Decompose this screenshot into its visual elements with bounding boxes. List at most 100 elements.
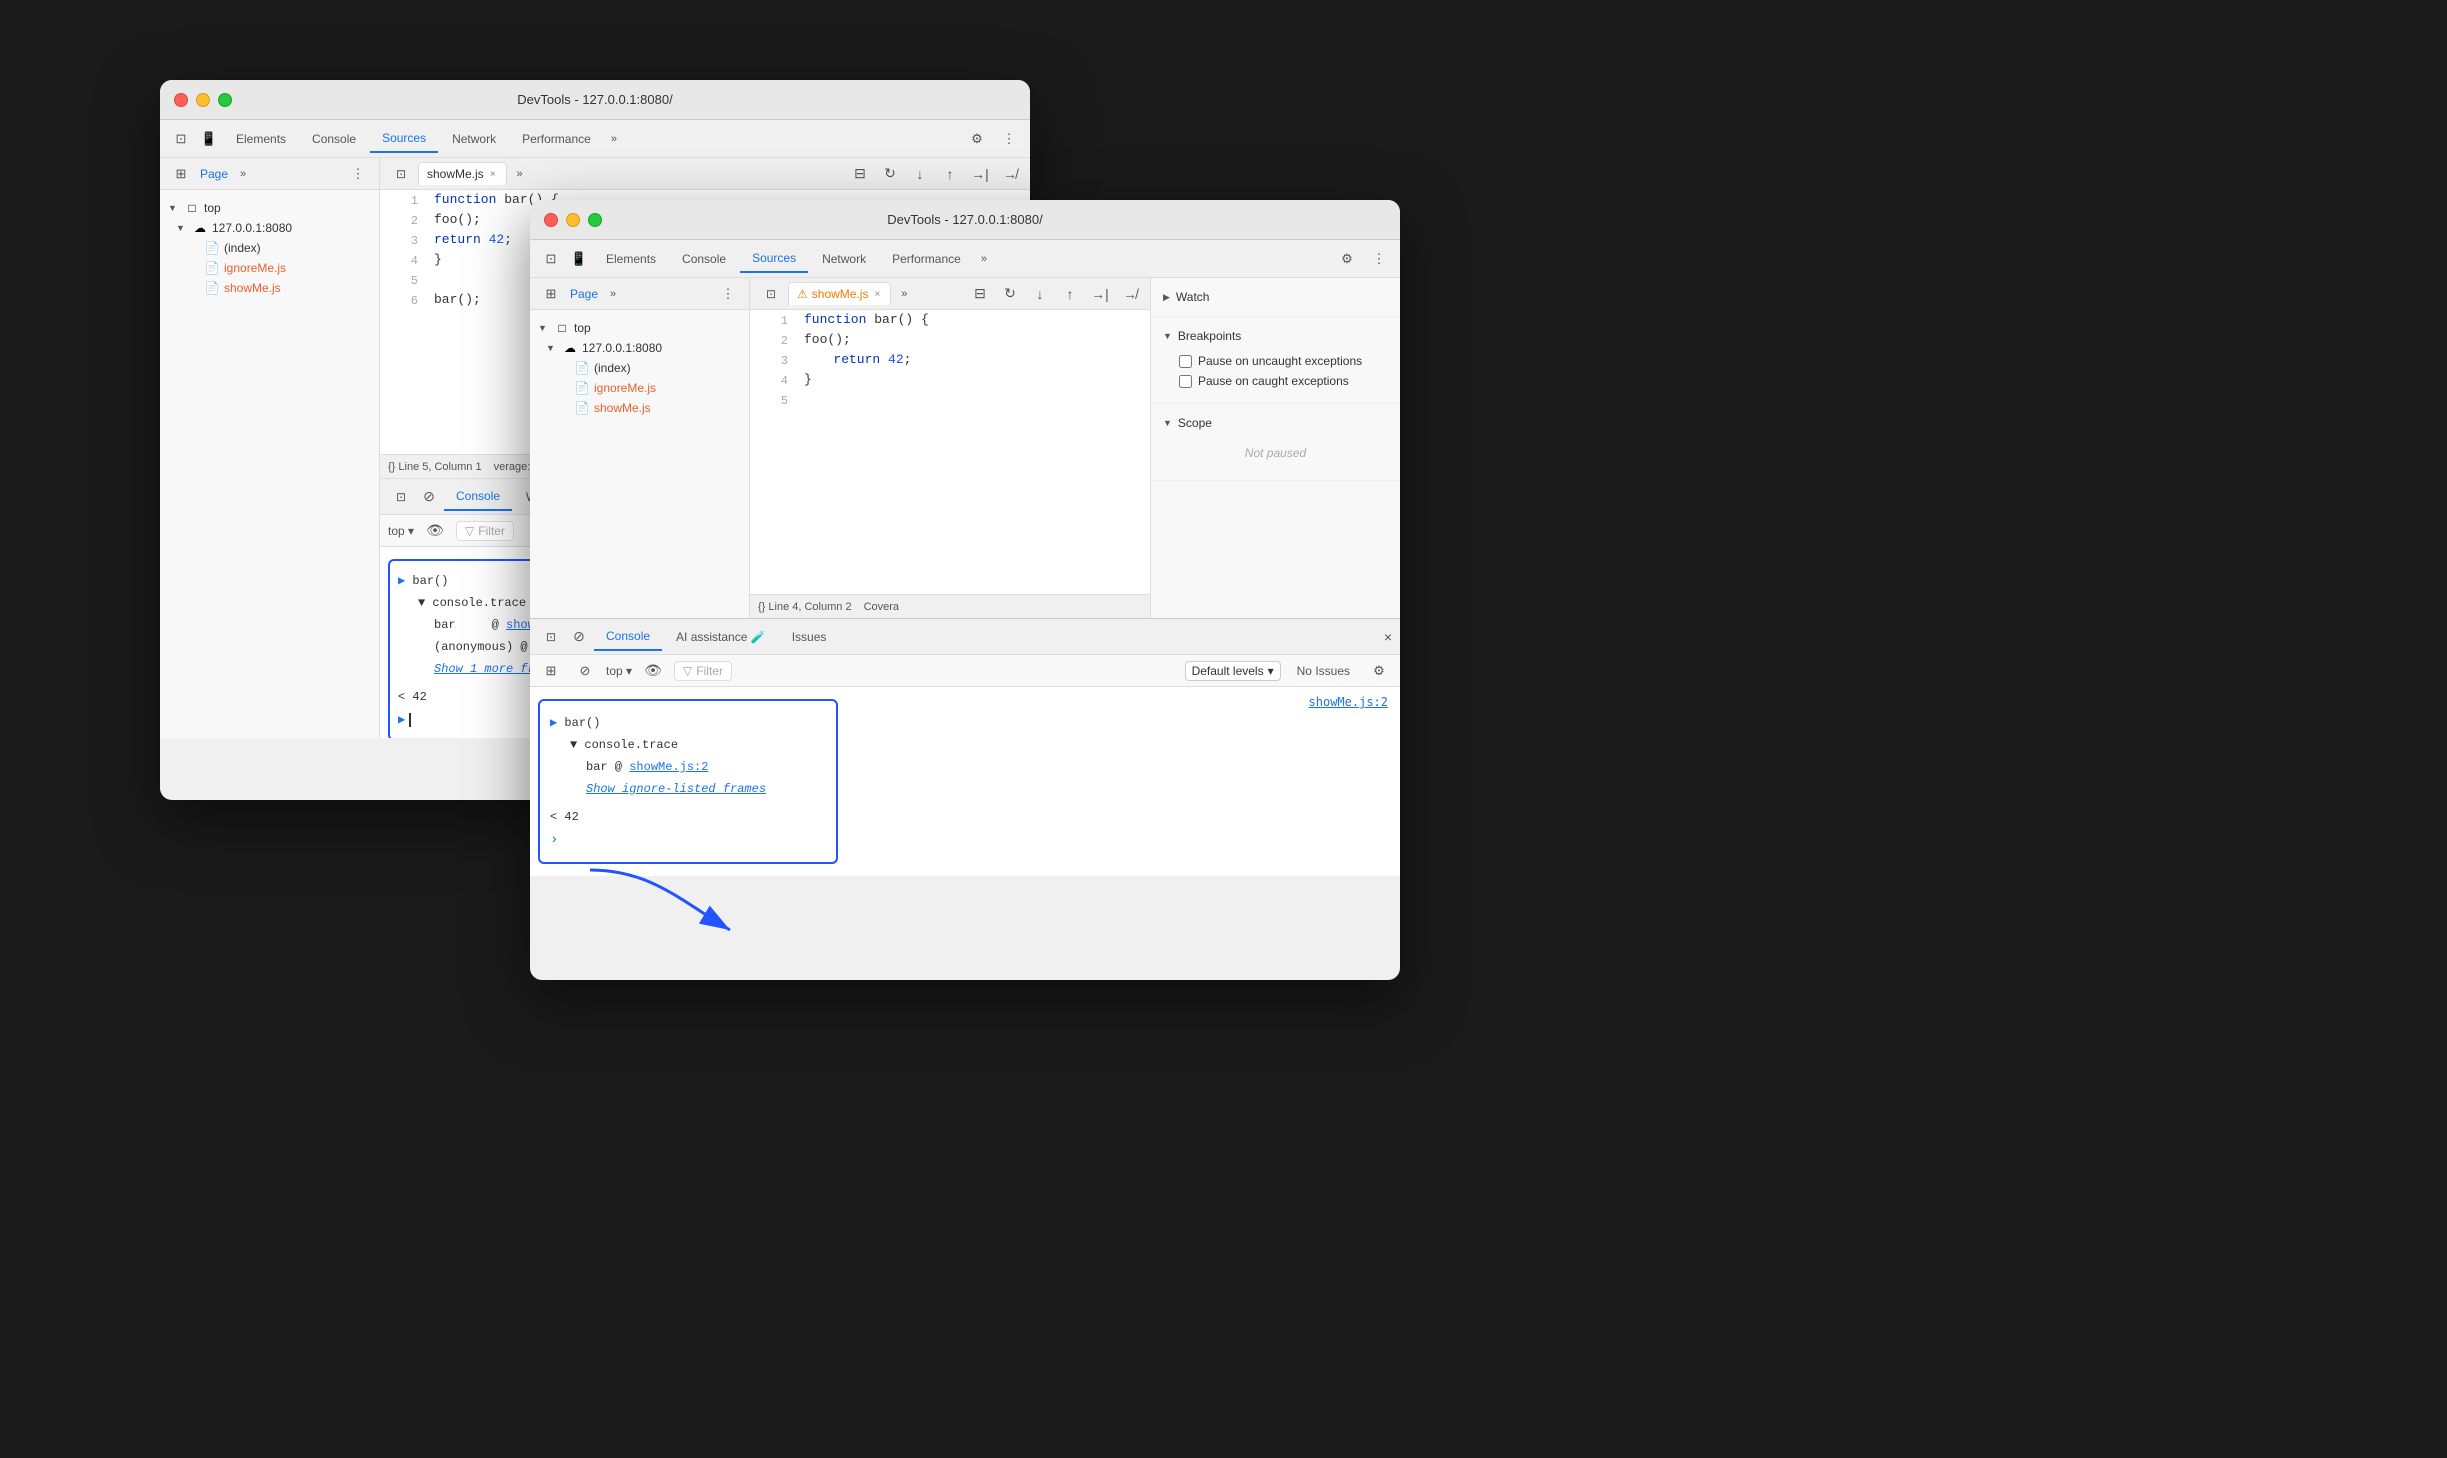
elements-panel-icon-back[interactable]: ⊡ — [168, 126, 194, 152]
more-options-icon-back[interactable]: ⋮ — [996, 126, 1022, 152]
watch-label: Watch — [1176, 290, 1210, 304]
sidebar-dots-back[interactable]: ⋮ — [345, 161, 371, 187]
debug-step-over-back[interactable]: ↻ — [878, 162, 902, 186]
toggle-sidebar-code-back[interactable]: ⊡ — [388, 161, 414, 187]
close-button-back[interactable] — [174, 93, 188, 107]
debug-step-front[interactable]: →| — [1088, 282, 1112, 306]
minimize-button-back[interactable] — [196, 93, 210, 107]
tree-item-server-front[interactable]: 127.0.0.1:8080 — [530, 338, 749, 358]
console-trace-header-front: ▼ console.trace — [550, 734, 826, 756]
more-tabs-front[interactable]: » — [975, 249, 993, 269]
default-levels-btn-front[interactable]: Default levels ▾ — [1185, 661, 1281, 681]
console-sidebar-toggle-front[interactable]: ⊡ — [538, 624, 564, 650]
close-button-front[interactable] — [544, 213, 558, 227]
tree-item-top-front[interactable]: □ top — [530, 318, 749, 338]
show-ignore-link-front[interactable]: Show ignore-listed frames — [586, 782, 766, 796]
debug-pause-front[interactable]: ⊟ — [968, 282, 992, 306]
console-clear-back[interactable]: ⊘ — [416, 484, 442, 510]
elements-panel-icon-front[interactable]: ⊡ — [538, 246, 564, 272]
tree-item-showme-back[interactable]: 📄 showMe.js — [160, 278, 379, 298]
tab-console-back[interactable]: Console — [300, 126, 368, 152]
context-selector-front[interactable]: top ▾ — [606, 664, 632, 678]
sidebar-toggle-front[interactable]: ⊞ — [538, 281, 564, 307]
debug-step-over-front[interactable]: ↻ — [998, 282, 1022, 306]
line-num-4-back: 4 — [388, 250, 418, 270]
device-toolbar-icon-front[interactable]: 📱 — [566, 246, 592, 272]
eye-icon-back[interactable]: 👁 — [422, 518, 448, 544]
tree-item-index-back[interactable]: 📄 (index) — [160, 238, 379, 258]
scope-header[interactable]: Scope — [1163, 412, 1388, 434]
maximize-button-front[interactable] — [588, 213, 602, 227]
tab-elements-back[interactable]: Elements — [224, 126, 298, 152]
tree-item-server-back[interactable]: 127.0.0.1:8080 — [160, 218, 379, 238]
sidebar-more-back[interactable]: » — [234, 164, 252, 184]
showme-link-1-front[interactable]: showMe.js:2 — [629, 760, 708, 774]
console-close-front[interactable]: × — [1384, 629, 1392, 645]
tree-item-ignoreme-front[interactable]: 📄 ignoreMe.js — [530, 378, 749, 398]
showme-link-right-front[interactable]: showMe.js:2 — [1309, 695, 1388, 709]
filter-input-front[interactable]: ▽ Filter — [674, 661, 732, 681]
context-selector-back[interactable]: top ▾ — [388, 524, 414, 538]
code-tab-close-back[interactable]: × — [488, 169, 498, 180]
console-show-ignore-front[interactable]: Show ignore-listed frames — [550, 778, 826, 800]
settings-icon-front[interactable]: ⚙ — [1334, 246, 1360, 272]
console-clear2-front[interactable]: ⊘ — [572, 658, 598, 684]
sidebar-page-label-front[interactable]: Page — [570, 287, 598, 301]
minimize-button-front[interactable] — [566, 213, 580, 227]
console-sidebar2-front[interactable]: ⊞ — [538, 658, 564, 684]
toggle-sidebar-code-front[interactable]: ⊡ — [758, 281, 784, 307]
debug-step-out-back[interactable]: ↑ — [938, 162, 962, 186]
watch-header[interactable]: Watch — [1163, 286, 1388, 308]
maximize-button-back[interactable] — [218, 93, 232, 107]
console-clear-front[interactable]: ⊘ — [566, 624, 592, 650]
tab-network-front[interactable]: Network — [810, 246, 878, 272]
pause-caught-label: Pause on caught exceptions — [1198, 374, 1349, 388]
tree-item-index-front[interactable]: 📄 (index) — [530, 358, 749, 378]
sidebar-more-front[interactable]: » — [604, 284, 622, 304]
more-tabs-back[interactable]: » — [605, 129, 623, 149]
tree-item-top-back[interactable]: □ top — [160, 198, 379, 218]
breakpoints-header[interactable]: Breakpoints — [1163, 325, 1388, 347]
code-tab-showme-back[interactable]: showMe.js × — [418, 162, 507, 185]
console-settings-front[interactable]: ⚙ — [1366, 658, 1392, 684]
tab-sources-back[interactable]: Sources — [370, 125, 438, 153]
console-sidebar-toggle-back[interactable]: ⊡ — [388, 484, 414, 510]
more-options-icon-front[interactable]: ⋮ — [1366, 246, 1392, 272]
tree-item-ignoreme-back[interactable]: 📄 ignoreMe.js — [160, 258, 379, 278]
tab-performance-back[interactable]: Performance — [510, 126, 603, 152]
debug-step-back[interactable]: →| — [968, 162, 992, 186]
debug-pause-back[interactable]: ⊟ — [848, 162, 872, 186]
debug-step-out-front[interactable]: ↑ — [1058, 282, 1082, 306]
device-toolbar-icon-back[interactable]: 📱 — [196, 126, 222, 152]
filter-input-back[interactable]: ▽ Filter — [456, 521, 514, 541]
code-tab-filename-front: showMe.js — [812, 287, 869, 301]
sidebar-page-label-back[interactable]: Page — [200, 167, 228, 181]
console-tab-console-front[interactable]: Console — [594, 623, 662, 651]
pause-uncaught-checkbox[interactable] — [1179, 355, 1192, 368]
code-tab-filename-back: showMe.js — [427, 167, 484, 181]
sidebar-dots-front[interactable]: ⋮ — [715, 281, 741, 307]
console-tab-console-back[interactable]: Console — [444, 483, 512, 511]
code-tab-showme-front[interactable]: ⚠ showMe.js × — [788, 282, 891, 305]
debug-step-into-back[interactable]: ↓ — [908, 162, 932, 186]
debug-deactivate-back[interactable]: ↛ — [998, 162, 1022, 186]
debug-step-into-front[interactable]: ↓ — [1028, 282, 1052, 306]
code-tab-more-back[interactable]: » — [511, 164, 529, 184]
tab-sources-front[interactable]: Sources — [740, 245, 808, 273]
code-tab-more-front[interactable]: » — [895, 284, 913, 304]
tree-item-showme-front[interactable]: 📄 showMe.js — [530, 398, 749, 418]
tab-performance-front[interactable]: Performance — [880, 246, 973, 272]
console-main-area-front: ▶ bar() ▼ console.trace bar @ showMe.js:… — [530, 687, 1400, 876]
eye-icon-front[interactable]: 👁 — [640, 658, 666, 684]
tab-console-front[interactable]: Console — [670, 246, 738, 272]
tab-elements-front[interactable]: Elements — [594, 246, 668, 272]
debug-deactivate-front[interactable]: ↛ — [1118, 282, 1142, 306]
console-tab-issues-front[interactable]: Issues — [780, 624, 839, 650]
sidebar-toggle-back[interactable]: ⊞ — [168, 161, 194, 187]
console-input-row-front[interactable]: › — [550, 828, 826, 852]
settings-icon-back[interactable]: ⚙ — [964, 126, 990, 152]
code-tab-close-front[interactable]: × — [872, 289, 882, 300]
console-tab-ai-front[interactable]: AI assistance 🧪 — [664, 624, 778, 650]
tab-network-back[interactable]: Network — [440, 126, 508, 152]
pause-caught-checkbox[interactable] — [1179, 375, 1192, 388]
